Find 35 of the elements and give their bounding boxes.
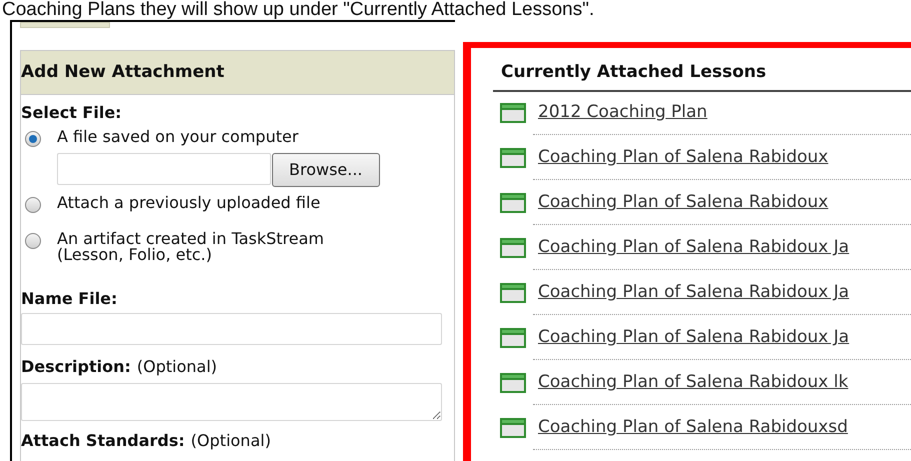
file-path-field[interactable] bbox=[57, 153, 271, 185]
lesson-link[interactable]: Coaching Plan of Salena Rabidoux bbox=[538, 190, 828, 216]
description-label: Description: bbox=[21, 357, 131, 377]
radio-button[interactable] bbox=[25, 233, 41, 249]
lesson-link[interactable]: Coaching Plan of Salena Rabidoux Ja bbox=[538, 280, 850, 306]
lesson-icon bbox=[500, 328, 526, 348]
standards-label: Attach Standards: bbox=[21, 431, 185, 451]
select-file-label: Select File: bbox=[21, 103, 123, 123]
lesson-link[interactable]: Coaching Plan of Salena Rabidouxsd bbox=[538, 415, 848, 441]
lesson-icon bbox=[500, 283, 526, 303]
option-label: An artifact created in TaskStream (Lesson, Folio, etc.) bbox=[57, 231, 324, 263]
lesson-link[interactable]: Coaching Plan of Salena Rabidoux bbox=[538, 145, 828, 171]
option-label: Attach a previously uploaded file bbox=[57, 195, 320, 211]
radio-button[interactable] bbox=[25, 131, 41, 147]
description-field[interactable] bbox=[21, 383, 442, 421]
lesson-icon bbox=[500, 193, 526, 213]
browse-button[interactable]: Browse... bbox=[272, 153, 380, 187]
optional-hint: (Optional) bbox=[190, 431, 271, 451]
name-file-field[interactable] bbox=[21, 313, 442, 345]
lesson-link[interactable]: 2012 Coaching Plan bbox=[538, 100, 708, 126]
lesson-icon bbox=[500, 418, 526, 438]
lesson-icon bbox=[500, 103, 526, 123]
optional-hint: (Optional) bbox=[136, 357, 218, 377]
radio-button[interactable] bbox=[25, 197, 41, 213]
lesson-icon bbox=[500, 148, 526, 168]
lesson-icon bbox=[500, 238, 526, 258]
caption: Coaching Plans they will show up under "Currently Attached Lessons". bbox=[2, 0, 596, 20]
lesson-link[interactable]: Coaching Plan of Salena Rabidoux Ja bbox=[538, 235, 850, 261]
name-file-label: Name File: bbox=[21, 289, 118, 309]
lesson-icon bbox=[500, 373, 526, 393]
lessons-title: Currently Attached Lessons bbox=[501, 62, 768, 82]
panel-header: Add New Attachment bbox=[21, 51, 454, 95]
lesson-link[interactable]: Coaching Plan of Salena Rabidoux lk bbox=[538, 370, 848, 396]
option-label: A file saved on your computer bbox=[57, 129, 298, 145]
lesson-link[interactable]: Coaching Plan of Salena Rabidoux Ja bbox=[538, 325, 850, 351]
